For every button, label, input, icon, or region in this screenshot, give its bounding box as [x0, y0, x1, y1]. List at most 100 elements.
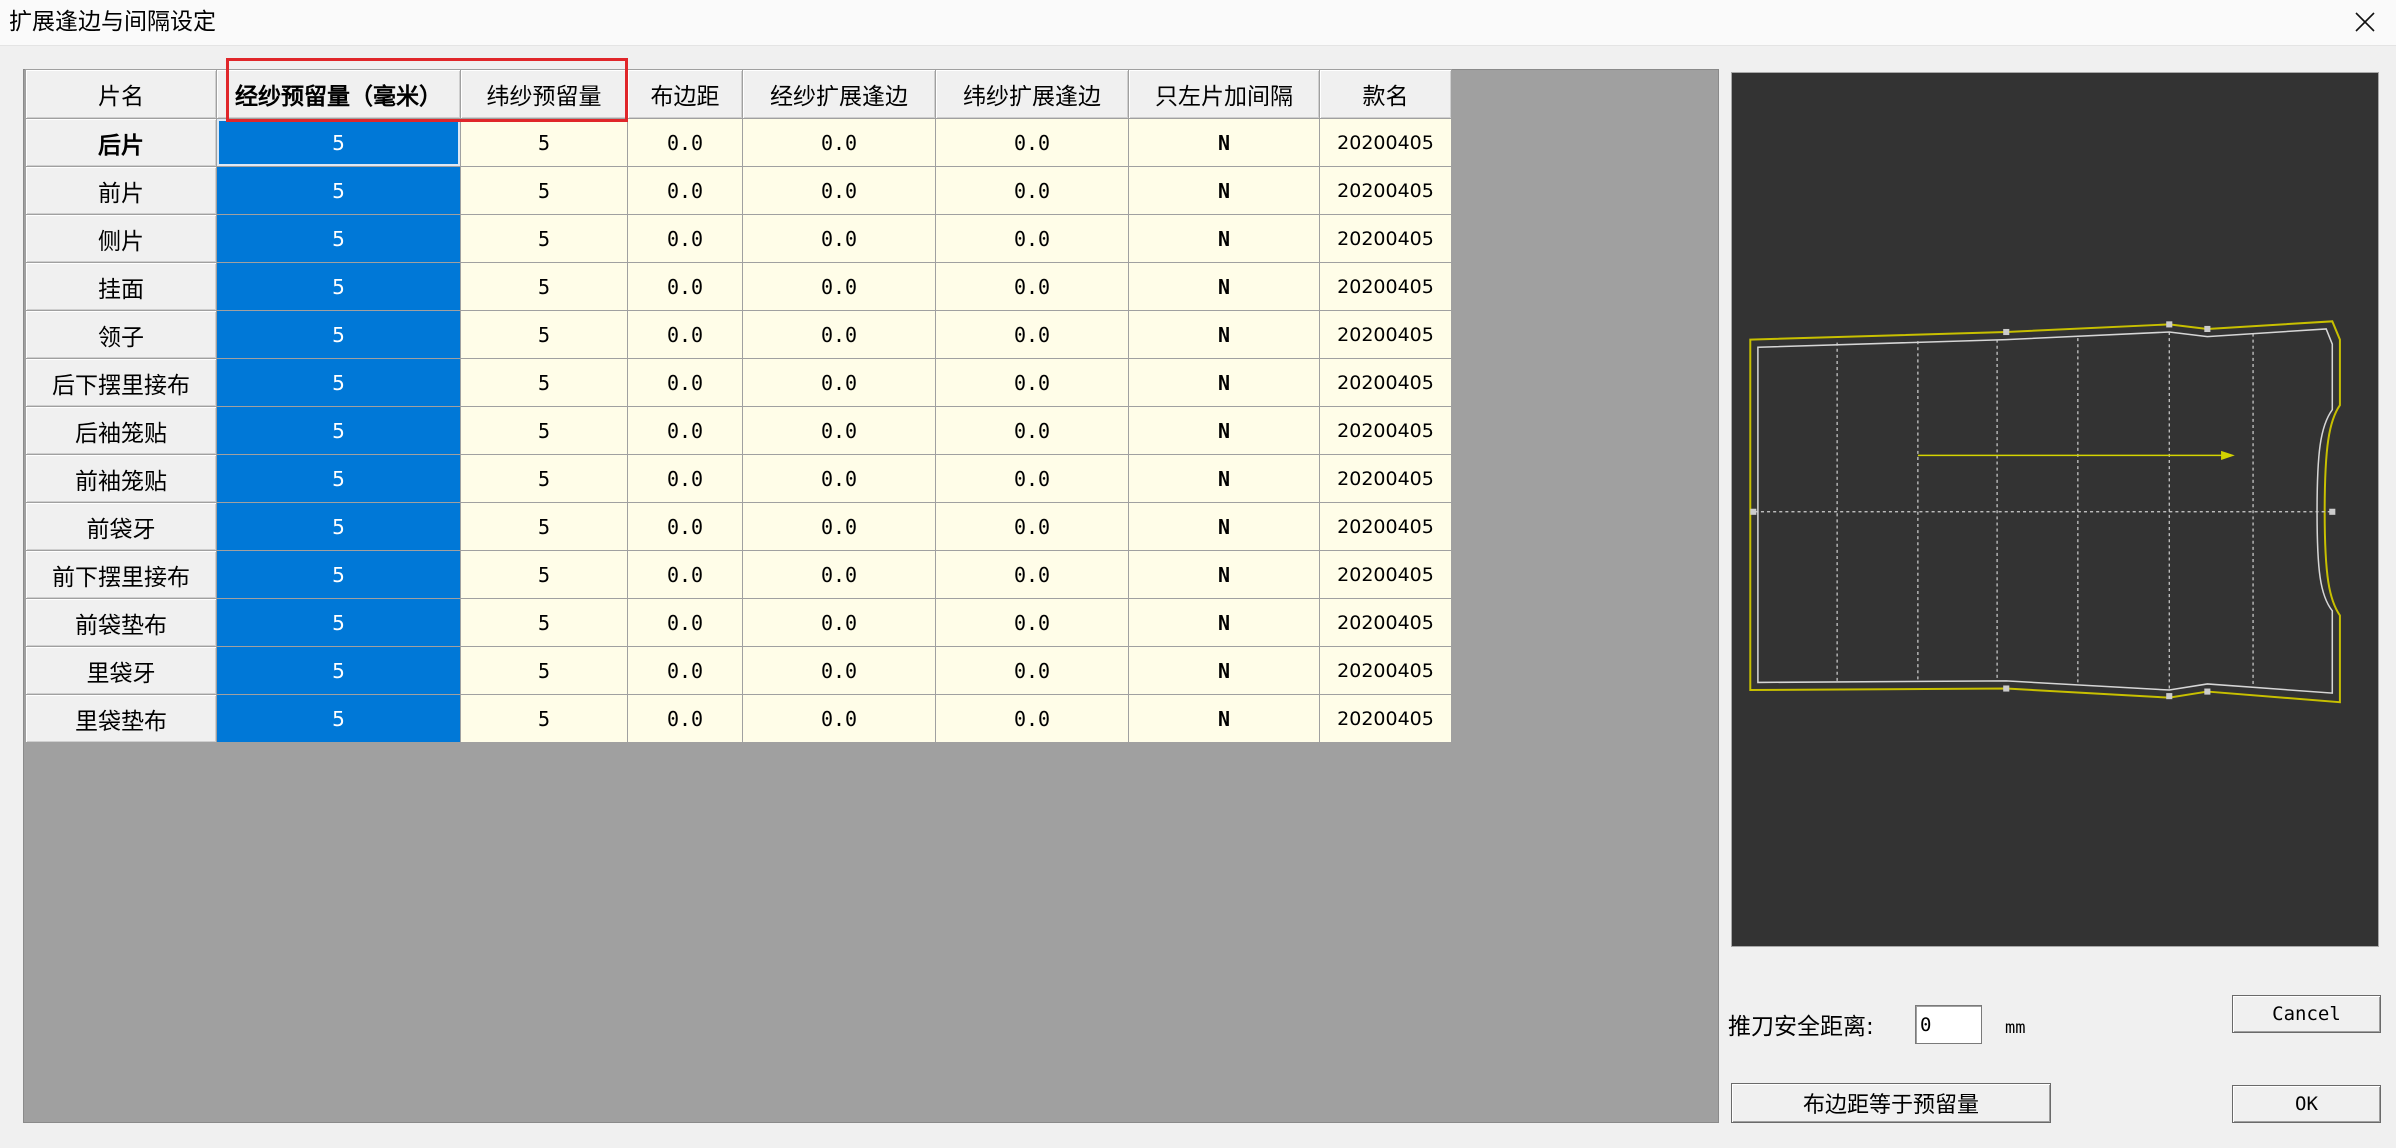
left-piece-gap-cell[interactable]: N — [1129, 455, 1319, 502]
selvedge-distance-cell[interactable]: 0.0 — [628, 359, 742, 406]
selvedge-distance-cell[interactable]: 0.0 — [628, 167, 742, 214]
selvedge-distance-cell[interactable]: 0.0 — [628, 455, 742, 502]
warp-extend-seam-cell[interactable]: 0.0 — [743, 167, 935, 214]
piece-name-cell[interactable]: 后片 — [26, 119, 216, 166]
weft-extend-seam-cell[interactable]: 0.0 — [936, 503, 1128, 550]
ok-button[interactable]: OK — [2232, 1085, 2381, 1123]
piece-name-cell[interactable]: 侧片 — [26, 215, 216, 262]
warp-extend-seam-cell[interactable]: 0.0 — [743, 359, 935, 406]
warp-allowance-cell[interactable]: 5 — [217, 647, 460, 694]
weft-allowance-cell[interactable]: 5 — [461, 359, 627, 406]
warp-allowance-cell[interactable]: 5 — [217, 551, 460, 598]
weft-extend-seam-cell[interactable]: 0.0 — [936, 215, 1128, 262]
left-piece-gap-cell[interactable]: N — [1129, 119, 1319, 166]
warp-extend-seam-cell[interactable]: 0.0 — [743, 119, 935, 166]
warp-extend-seam-cell[interactable]: 0.0 — [743, 455, 935, 502]
weft-extend-seam-cell[interactable]: 0.0 — [936, 551, 1128, 598]
weft-allowance-cell[interactable]: 5 — [461, 647, 627, 694]
selvedge-distance-cell[interactable]: 0.0 — [628, 119, 742, 166]
left-piece-gap-cell[interactable]: N — [1129, 503, 1319, 550]
style-name-cell[interactable]: 20200405 — [1320, 167, 1451, 214]
selvedge-distance-cell[interactable]: 0.0 — [628, 599, 742, 646]
piece-name-cell[interactable]: 前袋牙 — [26, 503, 216, 550]
warp-extend-seam-cell[interactable]: 0.0 — [743, 407, 935, 454]
style-name-cell[interactable]: 20200405 — [1320, 119, 1451, 166]
style-name-cell[interactable]: 20200405 — [1320, 311, 1451, 358]
weft-extend-seam-cell[interactable]: 0.0 — [936, 455, 1128, 502]
left-piece-gap-cell[interactable]: N — [1129, 311, 1319, 358]
column-header-warp-allowance[interactable]: 经纱预留量（毫米） — [217, 70, 460, 118]
selvedge-distance-cell[interactable]: 0.0 — [628, 503, 742, 550]
piece-name-cell[interactable]: 领子 — [26, 311, 216, 358]
style-name-cell[interactable]: 20200405 — [1320, 215, 1451, 262]
column-header-warp-extend-seam[interactable]: 经纱扩展逢边 — [743, 70, 935, 118]
warp-extend-seam-cell[interactable]: 0.0 — [743, 695, 935, 742]
style-name-cell[interactable]: 20200405 — [1320, 407, 1451, 454]
style-name-cell[interactable]: 20200405 — [1320, 599, 1451, 646]
column-header-selvedge-distance[interactable]: 布边距 — [628, 70, 742, 118]
weft-extend-seam-cell[interactable]: 0.0 — [936, 119, 1128, 166]
warp-allowance-cell[interactable]: 5 — [217, 263, 460, 310]
style-name-cell[interactable]: 20200405 — [1320, 263, 1451, 310]
column-header-left-piece-gap[interactable]: 只左片加间隔 — [1129, 70, 1319, 118]
left-piece-gap-cell[interactable]: N — [1129, 167, 1319, 214]
style-name-cell[interactable]: 20200405 — [1320, 695, 1451, 742]
column-header-weft-extend-seam[interactable]: 纬纱扩展逢边 — [936, 70, 1128, 118]
warp-extend-seam-cell[interactable]: 0.0 — [743, 263, 935, 310]
warp-allowance-cell[interactable]: 5 — [217, 599, 460, 646]
selvedge-distance-cell[interactable]: 0.0 — [628, 407, 742, 454]
piece-name-cell[interactable]: 里袋垫布 — [26, 695, 216, 742]
left-piece-gap-cell[interactable]: N — [1129, 551, 1319, 598]
warp-extend-seam-cell[interactable]: 0.0 — [743, 599, 935, 646]
left-piece-gap-cell[interactable]: N — [1129, 407, 1319, 454]
weft-allowance-cell[interactable]: 5 — [461, 215, 627, 262]
piece-name-cell[interactable]: 后下摆里接布 — [26, 359, 216, 406]
warp-allowance-cell[interactable]: 5 — [217, 119, 460, 166]
warp-allowance-cell[interactable]: 5 — [217, 215, 460, 262]
warp-extend-seam-cell[interactable]: 0.0 — [743, 215, 935, 262]
selvedge-distance-cell[interactable]: 0.0 — [628, 647, 742, 694]
weft-allowance-cell[interactable]: 5 — [461, 551, 627, 598]
piece-name-cell[interactable]: 前片 — [26, 167, 216, 214]
column-header-style-name[interactable]: 款名 — [1320, 70, 1451, 118]
weft-allowance-cell[interactable]: 5 — [461, 455, 627, 502]
left-piece-gap-cell[interactable]: N — [1129, 695, 1319, 742]
weft-allowance-cell[interactable]: 5 — [461, 407, 627, 454]
selvedge-distance-cell[interactable]: 0.0 — [628, 695, 742, 742]
equalize-selvedge-button[interactable]: 布边距等于预留量 — [1731, 1083, 2051, 1123]
warp-allowance-cell[interactable]: 5 — [217, 695, 460, 742]
warp-allowance-cell[interactable]: 5 — [217, 359, 460, 406]
close-button[interactable] — [2344, 2, 2386, 42]
weft-extend-seam-cell[interactable]: 0.0 — [936, 695, 1128, 742]
warp-allowance-cell[interactable]: 5 — [217, 455, 460, 502]
style-name-cell[interactable]: 20200405 — [1320, 455, 1451, 502]
warp-extend-seam-cell[interactable]: 0.0 — [743, 647, 935, 694]
warp-extend-seam-cell[interactable]: 0.0 — [743, 551, 935, 598]
warp-allowance-cell[interactable]: 5 — [217, 503, 460, 550]
selvedge-distance-cell[interactable]: 0.0 — [628, 263, 742, 310]
piece-name-cell[interactable]: 后袖笼贴 — [26, 407, 216, 454]
warp-allowance-cell[interactable]: 5 — [217, 167, 460, 214]
weft-allowance-cell[interactable]: 5 — [461, 599, 627, 646]
piece-name-cell[interactable]: 前袖笼贴 — [26, 455, 216, 502]
weft-extend-seam-cell[interactable]: 0.0 — [936, 311, 1128, 358]
weft-allowance-cell[interactable]: 5 — [461, 263, 627, 310]
weft-allowance-cell[interactable]: 5 — [461, 167, 627, 214]
weft-extend-seam-cell[interactable]: 0.0 — [936, 407, 1128, 454]
column-header-weft-allowance[interactable]: 纬纱预留量 — [461, 70, 627, 118]
warp-allowance-cell[interactable]: 5 — [217, 407, 460, 454]
style-name-cell[interactable]: 20200405 — [1320, 551, 1451, 598]
knife-safety-input[interactable] — [1915, 1005, 1982, 1044]
left-piece-gap-cell[interactable]: N — [1129, 647, 1319, 694]
style-name-cell[interactable]: 20200405 — [1320, 359, 1451, 406]
style-name-cell[interactable]: 20200405 — [1320, 647, 1451, 694]
weft-allowance-cell[interactable]: 5 — [461, 503, 627, 550]
column-header-piece-name[interactable]: 片名 — [26, 70, 216, 118]
weft-extend-seam-cell[interactable]: 0.0 — [936, 647, 1128, 694]
piece-name-cell[interactable]: 前袋垫布 — [26, 599, 216, 646]
pattern-preview[interactable] — [1731, 72, 2379, 947]
warp-extend-seam-cell[interactable]: 0.0 — [743, 311, 935, 358]
warp-allowance-cell[interactable]: 5 — [217, 311, 460, 358]
left-piece-gap-cell[interactable]: N — [1129, 215, 1319, 262]
weft-allowance-cell[interactable]: 5 — [461, 311, 627, 358]
